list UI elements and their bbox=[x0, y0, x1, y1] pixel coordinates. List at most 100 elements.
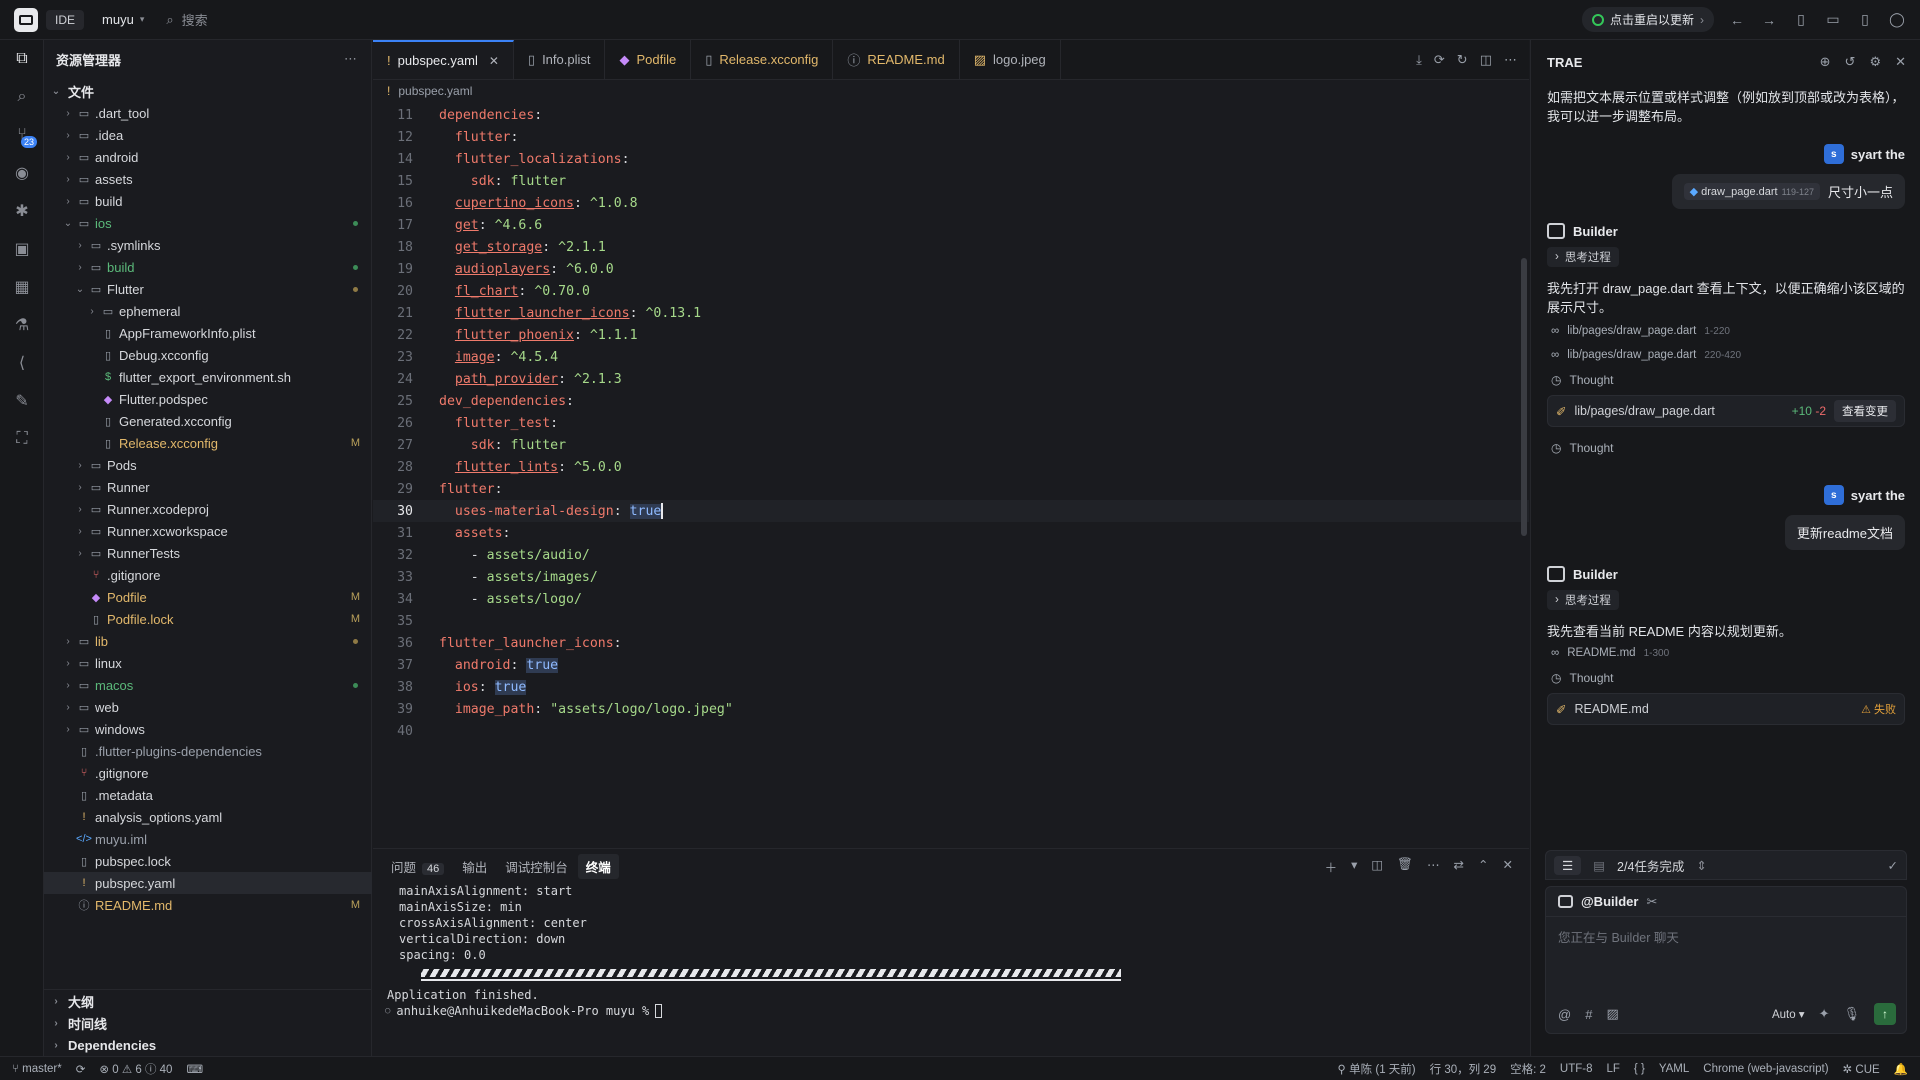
code-line[interactable]: 32 - assets/audio/ bbox=[373, 544, 1529, 566]
search-view-icon[interactable]: ⌕ bbox=[0, 78, 44, 116]
code-line[interactable]: 14 flutter_localizations: bbox=[373, 148, 1529, 170]
encoding[interactable]: UTF-8 bbox=[1560, 1063, 1593, 1075]
tree-folder[interactable]: › ▭ assets bbox=[44, 168, 372, 190]
thought-item[interactable]: ◷ Thought bbox=[1531, 373, 1920, 387]
task-list-icon[interactable]: ☰ bbox=[1554, 855, 1582, 875]
tree-file[interactable]: ▯ .metadata bbox=[44, 784, 372, 806]
explorer-icon[interactable]: ⧉ bbox=[0, 40, 44, 78]
close-icon[interactable]: ✕ bbox=[1895, 54, 1906, 70]
testing-icon[interactable]: ⚗ bbox=[0, 306, 44, 344]
tree-file[interactable]: ◆ Flutter.podspec bbox=[44, 388, 372, 410]
tree-folder[interactable]: › ▭ .dart_tool bbox=[44, 102, 372, 124]
nav-forward-icon[interactable]: → bbox=[1760, 12, 1778, 28]
close-panel-icon[interactable]: ✕ bbox=[1503, 857, 1513, 876]
tree-file[interactable]: ▯ Generated.xcconfig bbox=[44, 410, 372, 432]
file-read-ref[interactable]: ∞ README.md 1-300 bbox=[1531, 647, 1920, 659]
code-line[interactable]: 33 - assets/images/ bbox=[373, 566, 1529, 588]
code-line[interactable]: 23 image: ^4.5.4 bbox=[373, 346, 1529, 368]
cursor-position[interactable]: 行 30，列 29 bbox=[1430, 1061, 1496, 1077]
notifications-bell-icon[interactable]: 🔔 bbox=[1894, 1062, 1908, 1076]
code-line[interactable]: 26 flutter_test: bbox=[373, 412, 1529, 434]
edit-file-card[interactable]: ✐ README.md ⚠ 失败 bbox=[1547, 693, 1905, 725]
code-line[interactable]: 21 flutter_launcher_icons: ^0.13.1 bbox=[373, 302, 1529, 324]
sparkle-icon[interactable]: ✦ bbox=[1819, 1006, 1830, 1022]
flutter-icon[interactable]: ⟨ bbox=[0, 344, 44, 382]
tree-file[interactable]: ⓘ README.md M bbox=[44, 894, 372, 916]
breadcrumb-file[interactable]: pubspec.yaml bbox=[398, 84, 472, 98]
tree-file[interactable]: ◆ Podfile M bbox=[44, 586, 372, 608]
code-line[interactable]: 38 ios: true bbox=[373, 676, 1529, 698]
code-line[interactable]: 39 image_path: "assets/logo/logo.jpeg" bbox=[373, 698, 1529, 720]
restart-update-button[interactable]: 点击重启以更新 › bbox=[1581, 7, 1714, 32]
tree-folder[interactable]: ⌄ ▭ ios bbox=[44, 212, 372, 234]
code-line[interactable]: 22 flutter_phoenix: ^1.1.1 bbox=[373, 324, 1529, 346]
thought-item[interactable]: ◷ Thought bbox=[1531, 441, 1920, 455]
code-line[interactable]: 31 assets: bbox=[373, 522, 1529, 544]
new-chat-icon[interactable]: ⊕ bbox=[1820, 54, 1831, 70]
code-line[interactable]: 25 dev_dependencies: bbox=[373, 390, 1529, 412]
chevron-down-icon[interactable]: ▾ bbox=[1351, 857, 1357, 876]
more-icon[interactable]: ⋯ bbox=[1504, 52, 1517, 68]
tab-release-xcconfig[interactable]: ▯ Release.xcconfig bbox=[691, 40, 834, 79]
pen-tool-icon[interactable]: ✎ bbox=[0, 382, 44, 420]
tree-root[interactable]: ⌄ 文件 bbox=[44, 80, 372, 102]
tree-file[interactable]: ! analysis_options.yaml bbox=[44, 806, 372, 828]
tab-logo-jpeg[interactable]: ▨ logo.jpeg bbox=[960, 40, 1061, 79]
terminal[interactable]: mainAxisAlignment: start mainAxisSize: mi… bbox=[373, 883, 1529, 1019]
more-actions-icon[interactable]: ⋯ bbox=[344, 51, 357, 67]
tree-folder[interactable]: › ▭ Pods bbox=[44, 454, 372, 476]
edit-file-card[interactable]: ✐ lib/pages/draw_page.dart +10 -2 查看变更 bbox=[1547, 395, 1905, 427]
code-line[interactable]: 34 - assets/logo/ bbox=[373, 588, 1529, 610]
global-search[interactable]: ⌕ 搜索 bbox=[166, 10, 207, 29]
tree-file[interactable]: ⑂ .gitignore bbox=[44, 762, 372, 784]
toggle-panel-icon[interactable]: ▭ bbox=[1824, 11, 1842, 28]
more-icon[interactable]: ⋯ bbox=[1427, 857, 1440, 876]
language-mode[interactable]: YAML bbox=[1659, 1063, 1689, 1075]
thought-item[interactable]: ◷ Thought bbox=[1531, 671, 1920, 685]
task-progress-bar[interactable]: ☰ ▤ 2/4任务完成 ⇕ ✓ bbox=[1545, 850, 1907, 880]
tree-file[interactable]: ▯ AppFrameworkInfo.plist bbox=[44, 322, 372, 344]
code-line[interactable]: 28 flutter_lints: ^5.0.0 bbox=[373, 456, 1529, 478]
trae-logo-icon[interactable] bbox=[14, 7, 38, 32]
debug-icon[interactable]: ✱ bbox=[0, 192, 44, 230]
preview-eye-icon[interactable]: ◉ bbox=[0, 154, 44, 192]
send-button[interactable]: ↑ bbox=[1874, 1003, 1896, 1025]
code-line[interactable]: 40 bbox=[373, 720, 1529, 742]
source-control-icon[interactable]: ⑂ 23 bbox=[0, 116, 44, 154]
file-read-ref[interactable]: ∞ lib/pages/draw_page.dart 1-220 bbox=[1531, 325, 1920, 337]
maximize-panel-icon[interactable]: ⌃ bbox=[1478, 857, 1488, 876]
tree-file[interactable]: ▯ .flutter-plugins-dependencies bbox=[44, 740, 372, 762]
tree-folder[interactable]: › ▭ ephemeral bbox=[44, 300, 372, 322]
code-editor[interactable]: 11 dependencies:12 flutter:14 flutter_loc… bbox=[373, 104, 1529, 742]
ide-mode-badge[interactable]: IDE bbox=[46, 9, 85, 30]
sync-icon[interactable]: ⟳ bbox=[76, 1062, 86, 1076]
tab-output[interactable]: 输出 bbox=[462, 857, 487, 876]
image-icon[interactable]: ▨ bbox=[1606, 1006, 1618, 1022]
remote-icon[interactable]: ▣ bbox=[0, 230, 44, 268]
nav-back-icon[interactable]: ← bbox=[1728, 12, 1746, 28]
thinking-toggle[interactable]: › 思考过程 bbox=[1547, 247, 1619, 267]
tree-file[interactable]: ⑂ .gitignore bbox=[44, 564, 372, 586]
tree-file[interactable]: ▯ Podfile.lock M bbox=[44, 608, 372, 630]
account-icon[interactable]: ◯ bbox=[1888, 11, 1906, 28]
tab-podfile[interactable]: ◆ Podfile bbox=[605, 40, 692, 79]
close-tab-icon[interactable]: ✕ bbox=[489, 54, 499, 68]
code-line[interactable]: 36 flutter_launcher_icons: bbox=[373, 632, 1529, 654]
problems-status[interactable]: ⊗ 0 ⚠ 6 ⓘ 40 bbox=[99, 1061, 172, 1077]
code-line[interactable]: 24 path_provider: ^2.1.3 bbox=[373, 368, 1529, 390]
tree-file[interactable]: </> muyu.iml bbox=[44, 828, 372, 850]
download-icon[interactable]: ⤓ bbox=[1416, 52, 1422, 68]
debug-target[interactable]: Chrome (web-javascript) bbox=[1703, 1063, 1828, 1075]
tree-folder[interactable]: › ▭ windows bbox=[44, 718, 372, 740]
settings-gear-icon[interactable]: ⚙ bbox=[1869, 54, 1881, 70]
tree-file[interactable]: ! pubspec.yaml bbox=[44, 872, 372, 894]
code-line[interactable]: 18 get_storage: ^2.1.1 bbox=[373, 236, 1529, 258]
line-ending[interactable]: LF bbox=[1607, 1063, 1620, 1075]
tree-folder[interactable]: › ▭ .symlinks bbox=[44, 234, 372, 256]
panel-layout-icon[interactable]: ⇄ bbox=[1454, 857, 1464, 876]
tab-pubspec-yaml[interactable]: ! pubspec.yaml ✕ bbox=[373, 40, 514, 79]
braces-indicator[interactable]: { } bbox=[1634, 1063, 1645, 1075]
code-line[interactable]: 35 bbox=[373, 610, 1529, 632]
cue-status[interactable]: ✲ CUE bbox=[1843, 1062, 1880, 1076]
refresh-icon[interactable]: ↻ bbox=[1457, 52, 1468, 68]
